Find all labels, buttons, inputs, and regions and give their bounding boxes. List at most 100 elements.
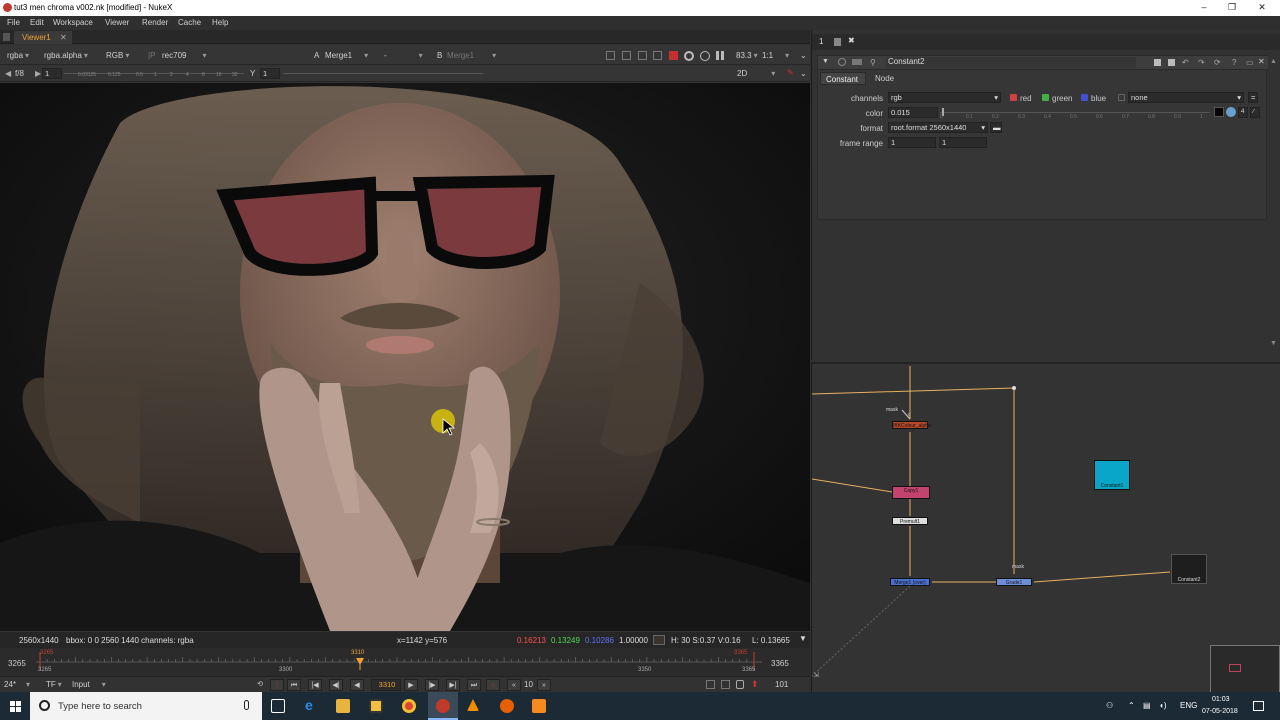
minimize-button[interactable]: – — [1194, 1, 1214, 14]
menu-workspace[interactable]: Workspace — [53, 18, 93, 27]
volume-icon[interactable]: ◖) — [1159, 701, 1167, 710]
color-channel-count[interactable]: 4 — [1238, 107, 1248, 118]
nuke-taskbar-item[interactable] — [428, 692, 458, 720]
lock-icon[interactable] — [736, 680, 744, 689]
in-point-icon[interactable]: ⋮ — [270, 679, 284, 691]
store-icon[interactable] — [369, 699, 383, 713]
overlay-icon[interactable] — [653, 51, 662, 60]
collapse-icon[interactable]: ▼ — [822, 58, 829, 65]
gain-input[interactable]: 1 — [42, 68, 62, 79]
close-all-icon[interactable]: ✖ — [848, 36, 855, 45]
node-grade[interactable]: Grade1 — [996, 578, 1032, 586]
frame-range-start[interactable]: 1 — [888, 137, 936, 148]
channels-link-icon[interactable]: = — [1248, 92, 1258, 103]
viewer-node-icon[interactable] — [852, 59, 862, 65]
node-constant2[interactable]: Constant2 — [1171, 554, 1207, 584]
current-frame-input[interactable]: 3310 — [371, 679, 401, 691]
timeline-ruler[interactable] — [36, 648, 766, 676]
menu-file[interactable]: File — [7, 18, 20, 27]
paint-icon[interactable]: ✎ — [787, 68, 794, 77]
format-edit-icon[interactable]: ▬ — [990, 122, 1002, 133]
info-menu-icon[interactable]: ▼ — [799, 634, 807, 643]
revert-icon[interactable]: ⟳ — [1214, 58, 1221, 67]
play-forward-icon[interactable]: ▶ — [404, 679, 418, 691]
node-constant1[interactable]: Constant1 — [1094, 460, 1130, 490]
clock-date[interactable]: 07-05-2018 — [1202, 708, 1238, 715]
chrome-icon[interactable] — [402, 699, 416, 713]
close-panel-icon[interactable]: ✕ — [1258, 57, 1265, 66]
channels-dropdown[interactable]: rgba ▾ — [7, 51, 29, 60]
view-mode-dropdown[interactable]: 2D ▾ — [737, 69, 775, 78]
green-checkbox[interactable] — [1042, 94, 1049, 101]
pane-menu-icon[interactable] — [3, 33, 10, 41]
restore-button[interactable]: ❐ — [1222, 1, 1242, 14]
windows-start-icon[interactable] — [10, 701, 21, 712]
tf-dropdown[interactable]: TF ▾ — [46, 680, 62, 689]
gamma-input[interactable]: 1 — [260, 68, 280, 79]
last-frame-icon[interactable]: ⏭ — [467, 679, 481, 691]
lut-dropdown[interactable]: rec709 ▾ — [162, 51, 206, 60]
prev-keyframe-icon[interactable]: |◀ — [308, 679, 322, 691]
network-icon[interactable]: ▤ — [1143, 701, 1151, 710]
update-icon[interactable] — [700, 51, 710, 61]
menu-cache[interactable]: Cache — [178, 18, 201, 27]
color-swatch[interactable] — [1214, 107, 1224, 117]
clock-time[interactable]: 01:03 — [1212, 696, 1230, 703]
microphone-icon[interactable] — [244, 700, 249, 710]
gamma-slider[interactable] — [283, 73, 483, 74]
ratio-dropdown[interactable]: 1:1 ▾ — [762, 51, 789, 60]
node-premult[interactable]: Premult1 — [892, 517, 928, 525]
center-icon[interactable]: ⚲ — [870, 58, 876, 67]
alpha-channel-dropdown[interactable]: rgba.alpha ▾ — [44, 51, 88, 60]
graph-scroll-icon[interactable]: ⇲ — [813, 671, 819, 679]
node-name-field[interactable]: Constant2 — [886, 57, 1136, 68]
format-select[interactable]: root.format 2560x1440 ▾ — [888, 122, 988, 133]
language-indicator[interactable]: ENG — [1180, 701, 1197, 710]
navigator-viewport[interactable] — [1229, 664, 1241, 672]
proxy-icon[interactable] — [622, 51, 631, 60]
notifications-icon[interactable] — [1253, 701, 1264, 711]
tab-constant[interactable]: Constant — [820, 72, 866, 85]
blue-checkbox[interactable] — [1081, 94, 1088, 101]
refresh-icon[interactable] — [684, 51, 694, 61]
tray-expand-icon[interactable]: ⌃ — [1128, 701, 1135, 710]
pause-icon[interactable] — [716, 51, 724, 60]
undo-icon[interactable]: ↶ — [1182, 58, 1189, 67]
taskbar-search[interactable]: Type here to search — [30, 692, 262, 720]
step-back-icon[interactable]: ◀| — [329, 679, 343, 691]
play-backward-icon[interactable]: ◀ — [350, 679, 364, 691]
menu-viewer[interactable]: Viewer — [105, 18, 129, 27]
task-view-icon[interactable] — [271, 699, 285, 713]
first-frame-icon[interactable]: ⏮ — [287, 679, 301, 691]
record-icon[interactable]: ⬆ — [751, 679, 760, 689]
extra-checkbox[interactable] — [1118, 94, 1125, 101]
skip-back-icon[interactable]: « — [507, 679, 521, 691]
red-checkbox[interactable] — [1010, 94, 1017, 101]
node-keyer[interactable]: IBKColour_alpha — [892, 421, 931, 429]
viewer-canvas[interactable] — [0, 83, 810, 631]
zoom-dropdown[interactable]: 83.3 ▾ — [736, 51, 758, 60]
skip-forward-icon[interactable]: » — [537, 679, 551, 691]
firefox-icon[interactable] — [500, 699, 514, 713]
b-input-dropdown[interactable]: Merge1 ▾ — [447, 51, 496, 60]
node-graph[interactable]: mask c mask IBKColour_alpha Copy1 Premul… — [811, 362, 1280, 692]
display-style-dropdown[interactable]: RGB ▾ — [106, 51, 129, 60]
media-app-icon[interactable] — [532, 699, 546, 713]
fps-dropdown[interactable]: 24* ▾ — [4, 680, 30, 689]
extra-channel-select[interactable]: none ▾ — [1128, 92, 1244, 103]
menu-help[interactable]: Help — [212, 18, 228, 27]
float-panel-icon[interactable]: ? — [1232, 58, 1236, 67]
node-merge[interactable]: Merge1 (over) — [890, 578, 930, 586]
tab-close-icon[interactable]: ✕ — [60, 33, 67, 42]
tab-viewer1[interactable]: Viewer1 ✕ — [14, 31, 72, 44]
vlc-icon[interactable] — [467, 699, 479, 711]
tab-node[interactable]: Node — [870, 72, 904, 85]
edge-browser-icon[interactable]: e — [305, 697, 319, 713]
close-button[interactable]: ✕ — [1252, 1, 1272, 14]
out-point-icon[interactable]: ○ — [486, 679, 500, 691]
maximize-panel-icon[interactable]: ▭ — [1246, 58, 1254, 67]
menu-render[interactable]: Render — [142, 18, 168, 27]
viewer-menu-icon[interactable]: ⌄ — [800, 51, 807, 60]
clip-warning-icon[interactable] — [669, 51, 678, 60]
navigator-minimap[interactable] — [1210, 645, 1280, 692]
